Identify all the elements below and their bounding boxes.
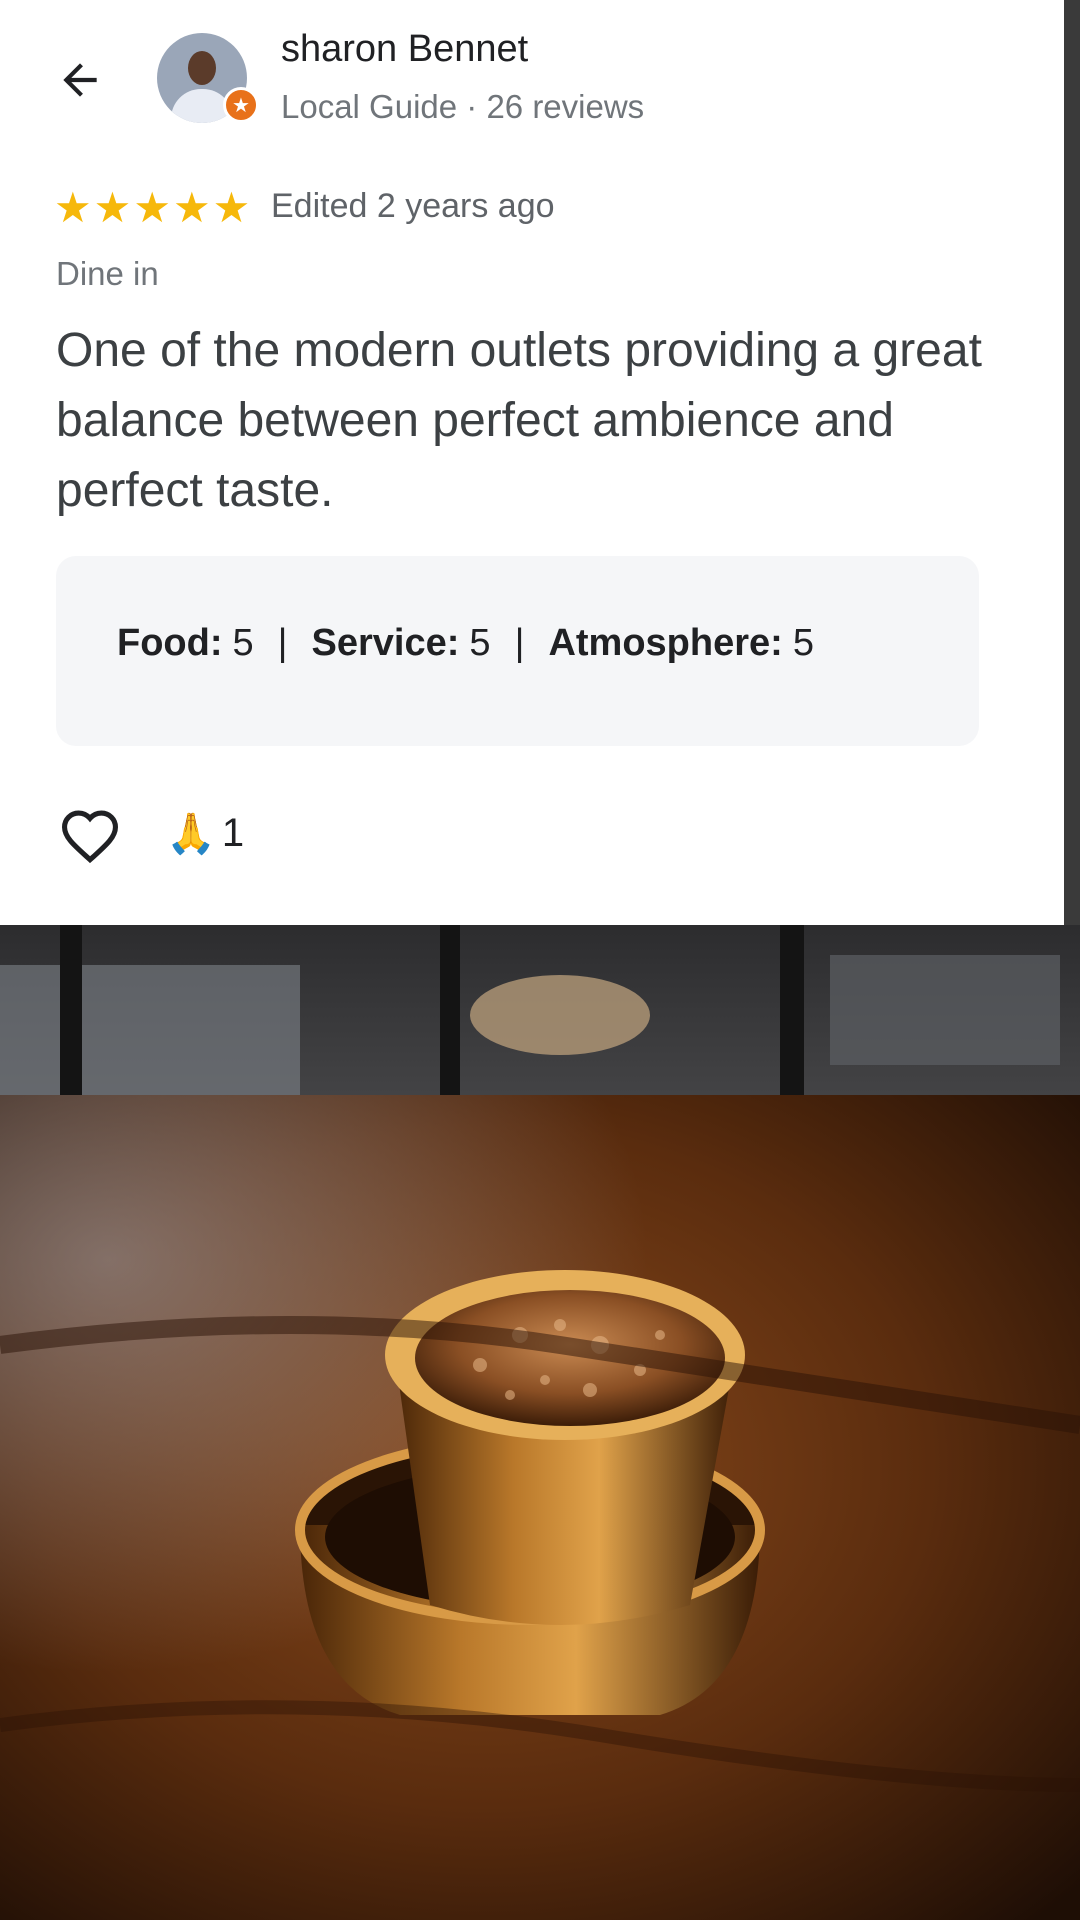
star-icon: ★ <box>172 184 211 231</box>
filter-coffee-photo <box>0 925 1080 1920</box>
review-photo[interactable] <box>0 925 1080 1920</box>
review-detail-screen: ★ sharon Bennet Local Guide · 26 reviews… <box>0 0 1080 1920</box>
food-label: Food: <box>117 622 223 664</box>
rating-separator: | <box>277 622 288 664</box>
star-icon: ★ <box>133 184 171 231</box>
local-guide-star-icon: ★ <box>223 87 259 123</box>
review-panel: ★ sharon Bennet Local Guide · 26 reviews… <box>0 0 1064 925</box>
star-icon: ★ <box>212 184 251 231</box>
sub-ratings-box: Food: 5 | Service: 5 | Atmosphere: 5 <box>56 556 979 746</box>
service-label: Service: <box>311 622 460 664</box>
edited-timestamp: Edited 2 years ago <box>271 187 555 225</box>
heart-outline-icon <box>61 810 119 864</box>
reaction-chip[interactable]: 🙏 1 <box>166 810 244 857</box>
scrollbar-track[interactable] <box>1064 0 1080 925</box>
user-meta: Local Guide · 26 reviews <box>281 88 645 125</box>
dine-type: Dine in <box>56 255 159 292</box>
user-name[interactable]: sharon Bennet <box>281 28 528 71</box>
rating-separator: | <box>514 622 525 664</box>
review-text: One of the modern outlets providing a gr… <box>56 324 982 517</box>
star-icon: ★ <box>54 184 92 231</box>
service-value: 5 <box>469 622 491 664</box>
food-value: 5 <box>232 622 254 664</box>
like-button[interactable] <box>52 800 128 872</box>
avatar-face <box>188 51 216 85</box>
arrow-left-icon <box>63 63 97 97</box>
atmosphere-value: 5 <box>792 622 814 664</box>
star-icon: ★ <box>93 184 132 231</box>
back-button[interactable] <box>40 40 120 120</box>
sub-ratings-line: Food: 5 | Service: 5 | Atmosphere: 5 <box>117 622 838 665</box>
atmosphere-label: Atmosphere: <box>548 622 783 664</box>
star-rating: ★ ★ ★ ★ ★ <box>54 186 250 230</box>
folded-hands-icon: 🙏 <box>166 812 216 856</box>
reaction-count: 1 <box>221 811 245 855</box>
